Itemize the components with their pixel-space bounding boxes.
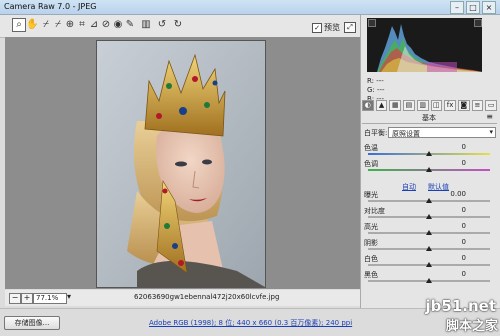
panel-menu-icon[interactable]: ≡ (486, 112, 493, 121)
zoom-in-button[interactable]: + (21, 293, 33, 304)
r-readout: R: --- (367, 77, 384, 85)
highlight-clipping-warning-icon[interactable] (474, 19, 482, 27)
slider-value[interactable]: 0 (462, 222, 466, 230)
white-balance-row: 白平衡: 原照设置 ▾ (364, 127, 496, 138)
watermark: jb51.net 脚本之家 (410, 295, 500, 335)
slider-label: 白色 (364, 255, 378, 263)
slider-label: 色调 (364, 160, 378, 168)
tab-camera-calibration[interactable]: ◙ (457, 100, 470, 111)
preview-label: 预览 (324, 23, 340, 32)
slider-value[interactable]: 0 (462, 143, 466, 151)
slider-thumb[interactable] (426, 214, 432, 219)
straighten-icon[interactable]: ⊿ (88, 19, 100, 31)
chevron-down-icon[interactable]: ▾ (67, 292, 71, 301)
slider-row: 黑色 0 (364, 270, 496, 288)
slider-value[interactable]: 0 (462, 270, 466, 278)
slider-thumb[interactable] (426, 151, 432, 156)
zoom-out-button[interactable]: − (9, 293, 21, 304)
tab-tone-curve[interactable]: ▲ (375, 100, 388, 111)
histogram (367, 18, 482, 72)
title-bar: Camera Raw 7.0 - JPEG – □ × (0, 0, 500, 15)
watermark-name: 脚本之家 (445, 319, 498, 334)
white-balance-select[interactable]: 原照设置 ▾ (388, 127, 496, 138)
maximize-button[interactable]: □ (466, 1, 480, 14)
window-title: Camera Raw 7.0 - JPEG (4, 2, 97, 11)
tab-hsl[interactable]: ▤ (403, 100, 415, 111)
rotate-right-icon[interactable]: ↻ (172, 19, 184, 31)
slider-label: 阴影 (364, 239, 378, 247)
tab-detail[interactable]: ▦ (389, 100, 402, 111)
tab-presets[interactable]: ≡ (471, 100, 484, 111)
target-adjust-icon[interactable]: ⊕ (64, 19, 76, 31)
save-image-button[interactable]: 存储图像... (4, 316, 60, 330)
red-eye-icon[interactable]: ◉ (112, 19, 124, 31)
tab-lens[interactable]: ◫ (430, 100, 443, 111)
close-button[interactable]: × (482, 1, 496, 14)
status-bar: − + 77.1% ▾ 62063690gw1ebennal472j20x60l… (5, 290, 360, 306)
slider-value[interactable]: 0 (462, 206, 466, 214)
window-controls: – □ × (450, 1, 496, 14)
panel-tabs: ◐ ▲ ▦ ▤ ▥ ◫ fx ◙ ≡ ▭ (362, 100, 498, 111)
color-sampler-icon[interactable]: ⌿ (52, 19, 64, 31)
crop-icon[interactable]: ⌗ (76, 19, 88, 31)
auto-link[interactable]: 自动 (402, 182, 416, 192)
white-balance-label: 白平衡: (364, 129, 388, 137)
watermark-site: jb51.net (425, 297, 496, 315)
slider-value[interactable]: 0 (462, 254, 466, 262)
tab-basic[interactable]: ◐ (362, 100, 374, 111)
slider-label: 高光 (364, 223, 378, 231)
shadow-clipping-warning-icon[interactable] (368, 19, 376, 27)
minimize-button[interactable]: – (450, 1, 464, 14)
preview-checkbox[interactable]: ✓ 预览 (312, 22, 340, 33)
panel-title: 基本 (422, 114, 436, 122)
tab-split-toning[interactable]: ▥ (416, 100, 429, 111)
graduated-filter-icon[interactable]: ▥ (140, 19, 152, 31)
default-link[interactable]: 默认值 (428, 182, 449, 192)
eyedropper-icon[interactable]: ⌿ (40, 19, 52, 31)
tab-effects[interactable]: fx (444, 100, 456, 111)
slider-label: 黑色 (364, 271, 378, 279)
filename-label: 62063690gw1ebennal472j20x60lcvfe.jpg (134, 293, 280, 301)
g-readout: G: --- (367, 86, 385, 94)
checkbox-check-icon: ✓ (312, 22, 322, 33)
slider-thumb[interactable] (426, 246, 432, 251)
slider-thumb[interactable] (426, 262, 432, 267)
slider-thumb[interactable] (426, 167, 432, 172)
zoom-level-field[interactable]: 77.1% (33, 293, 67, 304)
tab-snapshots[interactable]: ▭ (485, 100, 498, 111)
chevron-down-icon: ▾ (489, 128, 493, 136)
rotate-left-icon[interactable]: ↺ (156, 19, 168, 31)
fullscreen-button[interactable]: ⤢ (344, 22, 356, 33)
slider-thumb[interactable] (426, 230, 432, 235)
adjustment-brush-icon[interactable]: ✎ (124, 19, 136, 31)
slider-value[interactable]: 0 (462, 159, 466, 167)
slider-label: 色温 (364, 144, 378, 152)
slider-thumb[interactable] (426, 198, 432, 203)
slider-value[interactable]: 0 (462, 238, 466, 246)
toolbar: ⌕ ✋ ⌿ ⌿ ⊕ ⌗ ⊿ ⊘ ◉ ✎ ▥ ↺ ↻ (0, 15, 360, 38)
slider-thumb[interactable] (426, 278, 432, 283)
hand-icon[interactable]: ✋ (26, 19, 38, 31)
slider-row: 色调 0 (364, 159, 496, 177)
slider-label: 对比度 (364, 207, 385, 215)
auto-default-row: 自动 默认值 (364, 182, 496, 192)
workflow-options-link[interactable]: Adobe RGB (1998); 8 位; 440 x 660 (0.3 百万… (149, 318, 352, 328)
zoom-icon[interactable]: ⌕ (12, 18, 26, 32)
panel-heading: 基本 ≡ (362, 112, 497, 124)
spot-removal-icon[interactable]: ⊘ (100, 19, 112, 31)
white-balance-value: 原照设置 (392, 130, 420, 138)
preview-image (96, 40, 266, 288)
